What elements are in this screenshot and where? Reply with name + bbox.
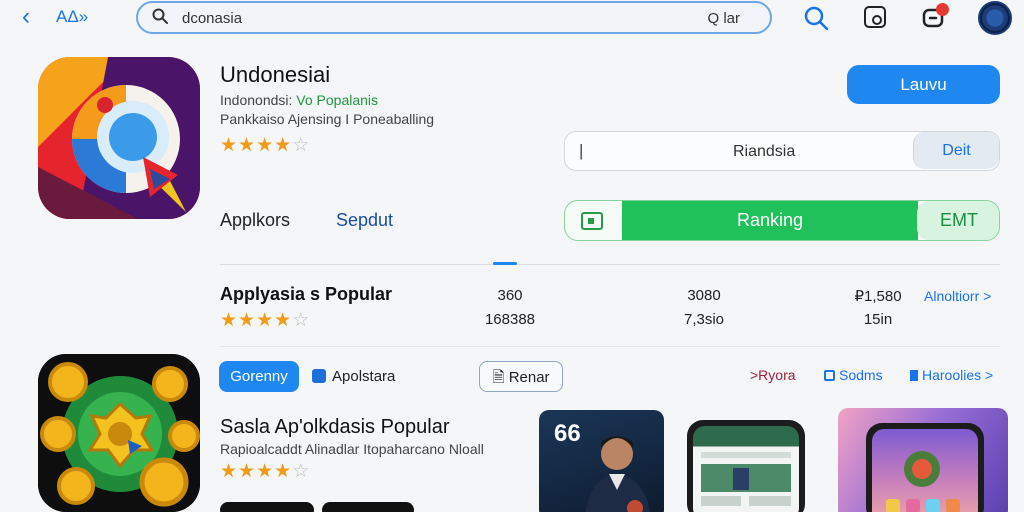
chip-icon: 🗎	[492, 369, 509, 386]
app-logo-graphic	[38, 57, 200, 219]
get-button[interactable]: Lauvu	[847, 65, 1000, 104]
star-filled-icon: ★	[220, 135, 239, 156]
tag-label: Haroolies >	[922, 367, 994, 383]
screenshot-thumbnail[interactable]	[866, 423, 984, 512]
action-pill[interactable]	[322, 502, 414, 512]
ranking-bar[interactable]: Ranking EMT	[564, 200, 1000, 241]
app-icon[interactable]	[38, 57, 200, 219]
developer-prefix: Indonondsi:	[220, 92, 297, 108]
divider-accent	[493, 262, 517, 265]
search-input[interactable]: dconasia	[182, 10, 242, 27]
action-pill[interactable]	[220, 502, 314, 512]
tag-label: Sodms	[839, 367, 883, 383]
stat-value: 360	[497, 287, 523, 304]
outline-chip-label: Renar	[508, 369, 550, 386]
screen-content-graphic	[701, 452, 791, 506]
edit-button[interactable]: Deit	[913, 132, 999, 169]
text-caret: |	[579, 141, 584, 160]
divider	[220, 346, 1000, 347]
screen-content-graphic	[886, 451, 960, 512]
app-title: Sasla Ap'olkdasis Popular	[220, 416, 450, 438]
search-icon[interactable]	[803, 5, 829, 31]
star-empty-icon: ☆	[292, 135, 311, 156]
phone-screen	[693, 426, 799, 512]
search-filter-label[interactable]: Q lar	[707, 10, 740, 27]
tag-icon	[824, 370, 835, 381]
star-filled-icon: ★	[220, 310, 239, 331]
category-chip-primary[interactable]: Gorenny	[219, 361, 299, 392]
phone-screen	[872, 429, 978, 512]
stat-value: 7,3sio	[683, 311, 725, 328]
stat-value: ₽1,580	[854, 288, 902, 305]
tag-link[interactable]: >Ryora	[750, 367, 796, 383]
rating-stars: ★★★★☆	[220, 309, 310, 332]
star-empty-icon: ☆	[292, 461, 311, 482]
developer-highlight[interactable]: Vo Popalanis	[296, 92, 378, 108]
category-chip-label: Apolstara	[332, 368, 396, 385]
ranking-side-button[interactable]: EMT	[917, 201, 999, 240]
stat-value: 168388	[484, 311, 536, 328]
region-value[interactable]: Riandsia	[733, 143, 795, 161]
back-label[interactable]: AΔ»	[56, 7, 88, 27]
see-all-link[interactable]: Alnoltiorr >	[924, 288, 991, 304]
star-filled-icon: ★	[256, 135, 275, 156]
search-field[interactable]: dconasia Q lar	[136, 1, 772, 34]
app-icon[interactable]	[38, 354, 200, 512]
ranking-label[interactable]: Ranking	[622, 201, 918, 240]
top-bar: ‹ AΔ» dconasia Q lar	[0, 0, 1024, 38]
tab-apps[interactable]: Applkors	[220, 210, 290, 231]
star-filled-icon: ★	[238, 461, 257, 482]
avatar[interactable]	[978, 1, 1012, 35]
category-icon	[312, 369, 326, 383]
star-filled-icon: ★	[256, 310, 275, 331]
notification-badge	[936, 3, 949, 16]
search-icon	[152, 8, 168, 24]
stat-value: 15in	[863, 311, 893, 328]
app-category-line: Pankkaiso Ajensing I Poneaballing	[220, 111, 435, 127]
star-empty-icon: ☆	[292, 310, 311, 331]
star-filled-icon: ★	[220, 461, 239, 482]
star-filled-icon: ★	[238, 135, 257, 156]
star-filled-icon: ★	[256, 461, 275, 482]
camera-icon[interactable]	[864, 6, 886, 28]
tag-link[interactable]: Sodms	[824, 367, 883, 383]
section-title: Applyasia s Popular	[220, 284, 393, 304]
category-chip[interactable]: Apolstara	[312, 361, 422, 392]
screenshot-thumbnail[interactable]	[687, 420, 805, 512]
star-filled-icon: ★	[274, 135, 293, 156]
tag-link[interactable]: Haroolies >	[910, 367, 993, 383]
rating-stars: ★★★★☆	[220, 134, 310, 157]
star-filled-icon: ★	[274, 310, 293, 331]
app-developer: Indonondsi: Vo Popalanis	[220, 92, 378, 108]
star-filled-icon: ★	[274, 461, 293, 482]
divider	[220, 264, 1000, 265]
ranking-icon	[581, 212, 603, 230]
person-graphic	[585, 436, 650, 512]
tag-icon	[910, 370, 918, 381]
back-chevron-icon[interactable]: ‹	[22, 4, 30, 30]
app-title: Undonesiai	[220, 62, 331, 87]
tab-support[interactable]: Sepdut	[336, 210, 393, 231]
region-field[interactable]: | Riandsia Deit	[564, 131, 1000, 171]
stat-value: 3080	[687, 287, 721, 304]
screenshot-thumbnail[interactable]: 66	[539, 410, 664, 512]
rating-stars: ★★★★☆	[220, 460, 310, 483]
coin-logo-graphic	[38, 354, 200, 512]
star-filled-icon: ★	[238, 310, 257, 331]
outline-chip[interactable]: 🗎 Renar	[479, 361, 563, 392]
app-subtitle: Rapioalcaddt Alinadlar Itopaharcano Nloa…	[220, 441, 484, 457]
